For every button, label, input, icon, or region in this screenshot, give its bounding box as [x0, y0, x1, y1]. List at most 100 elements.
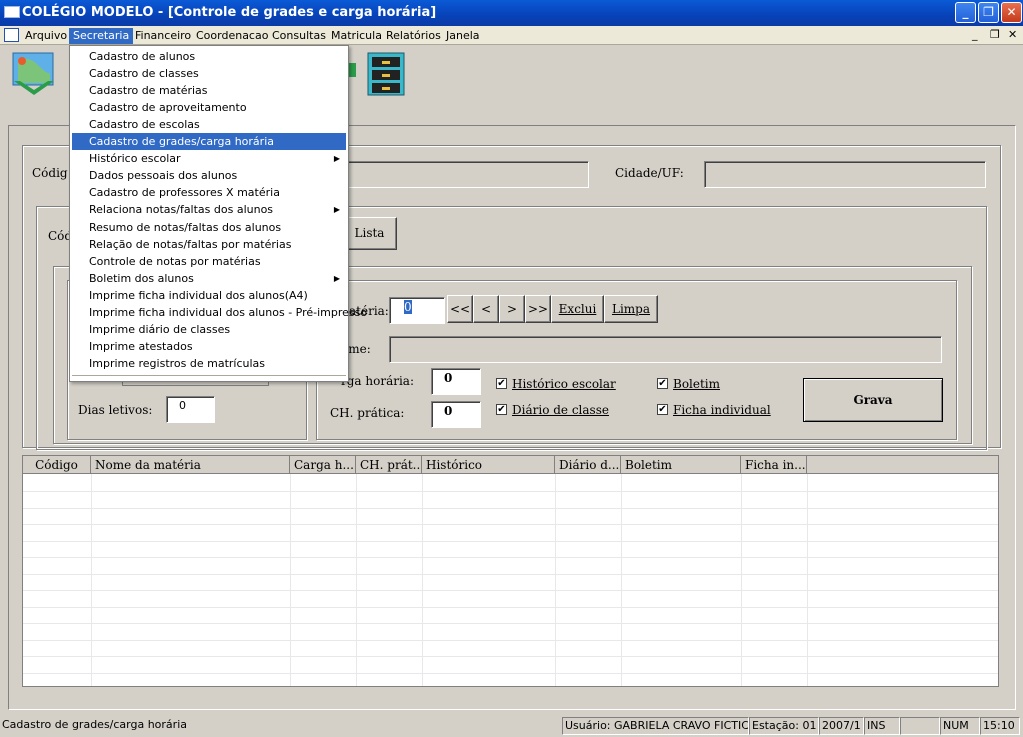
mdi-close-icon[interactable]: ✕ [1008, 28, 1017, 41]
dropdown-item-label: Cadastro de classes [89, 67, 199, 81]
codigo-label: Códig [32, 166, 68, 180]
status-num: NUM [940, 717, 980, 735]
materia-input[interactable]: 0 [389, 297, 445, 324]
row-line [23, 507, 998, 509]
dropdown-item[interactable]: Relação de notas/faltas por matérias [72, 236, 346, 253]
diario-checkbox[interactable]: ✔ [496, 404, 507, 415]
dropdown-item-label: Dados pessoais dos alunos [89, 169, 238, 183]
last-button[interactable]: >> [525, 295, 551, 323]
menu-secretaria[interactable]: Secretaria [69, 28, 134, 44]
mdi-restore-icon[interactable]: ❐ [990, 28, 1000, 41]
limpa-button[interactable]: Limpa [604, 295, 658, 323]
row-line [23, 557, 998, 558]
dropdown-item[interactable]: Resumo de notas/faltas dos alunos [72, 219, 346, 236]
dropdown-item-label: Cadastro de matérias [89, 84, 208, 98]
dropdown-item[interactable]: Histórico escolar ▶ [72, 150, 346, 167]
dias-input[interactable]: 0 [166, 396, 215, 423]
dropdown-item-label: Resumo de notas/faltas dos alunos [89, 220, 282, 234]
carga-label: rga horária: [341, 374, 415, 388]
menu-matricula[interactable]: Matricula [327, 28, 386, 44]
next-button[interactable]: > [499, 295, 525, 323]
exclui-button[interactable]: Exclui [551, 295, 604, 323]
dropdown-item[interactable]: Cadastro de grades/carga horária [72, 133, 346, 151]
row-line [23, 540, 998, 542]
row-line [23, 606, 998, 608]
dropdown-item-label: Cadastro de grades/carga horária [89, 135, 274, 149]
dropdown-item[interactable]: Dados pessoais dos alunos [72, 167, 346, 184]
dropdown-item[interactable]: Cadastro de alunos [72, 48, 346, 65]
chpratica-label: CH. prática: [330, 406, 405, 420]
status-caps [900, 717, 940, 735]
cidade-field[interactable] [704, 161, 986, 188]
col-chpratica[interactable]: CH. prát... [356, 456, 422, 474]
col-carga[interactable]: Carga h... [290, 456, 356, 474]
status-period: 2007/1 [819, 717, 864, 735]
dropdown-item[interactable]: Imprime diário de classes [72, 321, 346, 338]
dropdown-item[interactable]: Imprime atestados [72, 338, 346, 355]
dropdown-item-label: Imprime atestados [89, 339, 193, 353]
col-diario[interactable]: Diário d... [555, 456, 621, 474]
lista-button[interactable]: Lista [342, 217, 397, 250]
prev-button[interactable]: < [473, 295, 499, 323]
column-line [91, 474, 92, 686]
col-ficha[interactable]: Ficha in... [741, 456, 807, 474]
map-icon[interactable] [10, 51, 58, 97]
submenu-arrow-icon: ▶ [333, 273, 340, 283]
dropdown-item[interactable]: Boletim dos alunos ▶ [72, 270, 346, 287]
menu-coordenacao[interactable]: Coordenacao [192, 28, 272, 44]
dropdown-item[interactable]: Imprime ficha individual dos alunos(A4) [72, 287, 346, 304]
dropdown-item[interactable]: Controle de notas por matérias [72, 253, 346, 270]
menu-financeiro[interactable]: Financeiro [131, 28, 195, 44]
dropdown-item[interactable]: Imprime registros de matrículas [72, 355, 346, 372]
submenu-arrow-icon: ▶ [333, 154, 340, 164]
grava-button[interactable]: Grava [803, 378, 943, 422]
dropdown-item[interactable]: Cadastro de classes [72, 65, 346, 82]
col-nome[interactable]: Nome da matéria [91, 456, 290, 474]
dropdown-item[interactable]: Imprime ficha individual dos alunos - Pr… [72, 304, 367, 321]
status-bar: Cadastro de grades/carga horária Usuário… [0, 715, 1023, 737]
chpratica-input[interactable]: 0 [431, 401, 481, 428]
dropdown-item[interactable]: Cadastro de professores X matéria [72, 184, 346, 201]
column-line [741, 474, 742, 686]
menu-relatorios[interactable]: Relatórios [382, 28, 445, 44]
carga-input[interactable]: 0 [431, 368, 481, 395]
file-cabinet-icon[interactable] [362, 49, 410, 99]
dropdown-item-label: Histórico escolar [89, 152, 181, 166]
title-bar: COLÉGIO MODELO - [Controle de grades e c… [0, 0, 1023, 26]
menu-janela[interactable]: Janela [442, 28, 484, 44]
col-boletim[interactable]: Boletim [621, 456, 741, 474]
column-line [422, 474, 423, 686]
dropdown-item-label: Cadastro de professores X matéria [89, 186, 280, 200]
status-station: Estação: 01 [749, 717, 819, 735]
col-historico[interactable]: Histórico [422, 456, 555, 474]
row-line [23, 639, 998, 641]
dropdown-item-label: Imprime ficha individual dos alunos(A4) [89, 288, 308, 302]
col-codigo[interactable]: Código [23, 456, 91, 474]
ficha-checkbox[interactable]: ✔ [657, 404, 668, 415]
first-button[interactable]: << [447, 295, 473, 323]
cidade-label: Cidade/UF: [615, 166, 684, 180]
dropdown-item-label: Imprime registros de matrículas [89, 356, 266, 370]
dropdown-item[interactable]: Cadastro de aproveitamento [72, 99, 346, 116]
maximize-button[interactable]: ❐ [978, 2, 999, 23]
menu-consultas[interactable]: Consultas [268, 28, 330, 44]
nome-field[interactable] [389, 336, 942, 363]
window-title: COLÉGIO MODELO - [Controle de grades e c… [22, 5, 437, 20]
minimize-button[interactable]: _ [955, 2, 976, 23]
materias-grid[interactable]: Código Nome da matéria Carga h... CH. pr… [22, 455, 999, 687]
escola-field[interactable] [330, 161, 589, 188]
dropdown-item[interactable]: Relaciona notas/faltas dos alunos ▶ [72, 201, 346, 218]
dropdown-item[interactable]: Cadastro de matérias [72, 82, 346, 99]
col-empty [807, 456, 998, 474]
close-button[interactable]: ✕ [1001, 2, 1022, 23]
historico-checkbox[interactable]: ✔ [496, 378, 507, 389]
menu-arquivo[interactable]: Arquivo [21, 28, 71, 44]
dropdown-item[interactable]: Cadastro de escolas [72, 116, 346, 133]
boletim-checkbox[interactable]: ✔ [657, 378, 668, 389]
row-line [23, 656, 998, 657]
boletim-label: Boletim [673, 377, 721, 391]
mdi-doc-icon[interactable] [4, 28, 19, 42]
status-user: Usuário: GABRIELA CRAVO FICTICIO [562, 717, 749, 735]
dropdown-item-label: Relaciona notas/faltas dos alunos [89, 203, 274, 217]
mdi-minimize-icon[interactable]: _ [972, 28, 978, 41]
